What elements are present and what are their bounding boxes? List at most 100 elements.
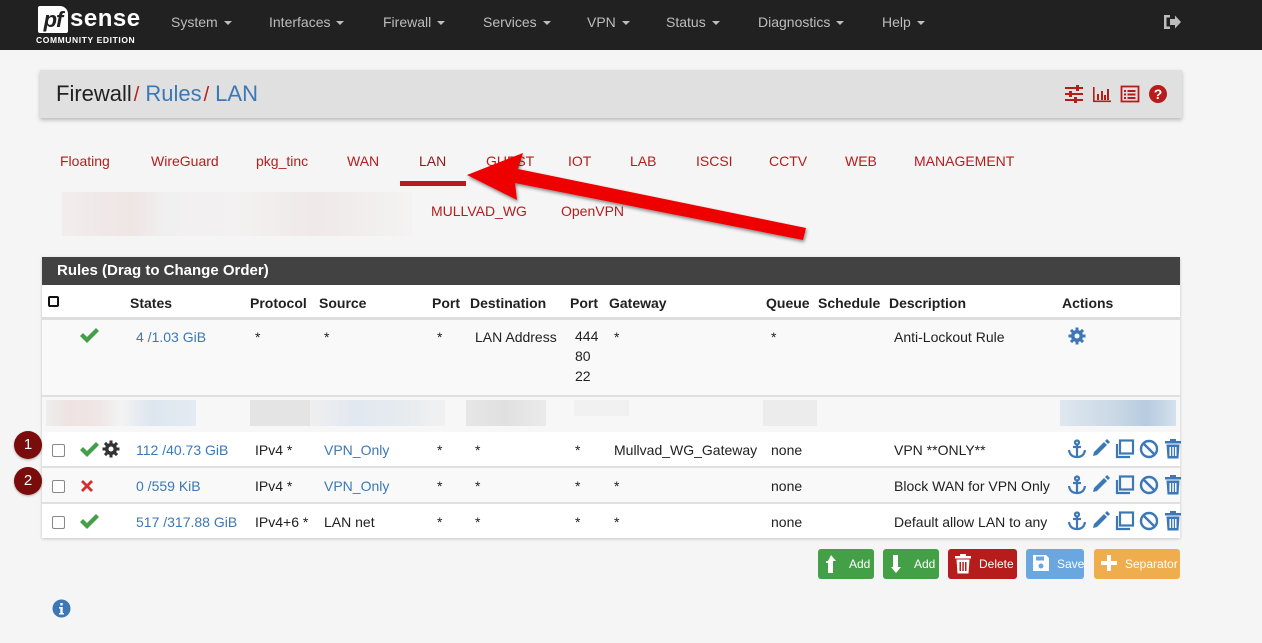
col-destination: Destination [470,295,547,311]
svg-text:?: ? [1154,86,1163,102]
sliders-icon[interactable] [1064,84,1084,104]
tab-web[interactable]: WEB [845,153,877,169]
rules-table-header: States Protocol Source Port Destination … [42,285,1180,320]
tab-mullvad-wg[interactable]: MULLVAD_WG [431,203,527,219]
protocol: IPv4 * [255,442,293,458]
floppy-disk-icon [1032,554,1050,574]
dest-port: * [575,478,581,494]
col-dest-port: Port [570,295,598,311]
anchor-icon[interactable] [1066,475,1088,495]
tab-guest[interactable]: GUEST [486,153,534,169]
rules-panel: Rules (Drag to Change Order) States Prot… [42,257,1181,538]
trash-icon[interactable] [1162,511,1184,531]
copy-icon[interactable] [1114,511,1136,531]
table-row[interactable]: 517 /317.88 GiB IPv4+6 * LAN net * * * *… [42,504,1181,538]
source: * [324,329,330,345]
destination: * [475,478,481,494]
gateway: Mullvad_WG_Gateway [614,442,758,458]
source-alias-link[interactable]: VPN_Only [324,478,389,494]
row-checkbox[interactable] [52,480,65,493]
disable-icon[interactable] [1138,511,1160,531]
copy-icon[interactable] [1114,475,1136,495]
col-protocol: Protocol [250,295,307,311]
pencil-icon[interactable] [1090,511,1112,531]
bar-chart-icon[interactable] [1092,84,1112,104]
anchor-icon[interactable] [1066,511,1088,531]
nav-firewall[interactable]: Firewall [383,0,446,50]
tab-wan[interactable]: WAN [347,153,379,169]
nav-system[interactable]: System [171,0,232,50]
nav-status[interactable]: Status [666,0,720,50]
nav-interfaces[interactable]: Interfaces [269,0,345,50]
nav-services[interactable]: Services [483,0,551,50]
help-icon[interactable]: ? [1148,84,1168,104]
col-queue: Queue [766,295,810,311]
disable-icon[interactable] [1138,475,1160,495]
states-link[interactable]: 112 /40.73 GiB [136,442,228,458]
pencil-icon[interactable] [1090,475,1112,495]
tab-floating[interactable]: Floating [60,153,110,169]
arrow-down-icon [889,554,907,574]
save-button[interactable]: Save [1026,549,1084,579]
gear-icon[interactable] [1068,327,1086,350]
block-x-icon [80,479,94,498]
anchor-icon[interactable] [1066,439,1088,459]
tab-pkg-tinc[interactable]: pkg_tinc [256,153,308,169]
tab-management[interactable]: MANAGEMENT [914,153,1014,169]
logo-text: sense [70,5,141,32]
list-icon[interactable] [1120,84,1140,104]
caret-down-icon [437,21,446,26]
nav-diagnostics[interactable]: Diagnostics [758,0,845,50]
pfsense-logo[interactable]: pf sense COMMUNITY EDITION [36,4,144,46]
nav-vpn[interactable]: VPN [587,0,630,50]
button-label: Add [914,557,936,571]
states-link[interactable]: 4 /1.03 GiB [136,329,206,345]
breadcrumb: Firewall / Rules / LAN [56,70,258,119]
table-row[interactable]: 0 /559 KiB IPv4 * VPN_Only * * * * none … [42,468,1181,504]
tab-wireguard[interactable]: WireGuard [151,153,219,169]
breadcrumb-lan[interactable]: LAN [215,81,258,106]
breadcrumb-separator: / [203,84,210,106]
row-checkbox[interactable] [52,516,65,529]
table-row[interactable]: 112 /40.73 GiB IPv4 * VPN_Only * * * Mul… [42,432,1181,468]
tab-openvpn[interactable]: OpenVPN [561,203,624,219]
breadcrumb-rules[interactable]: Rules [145,81,201,106]
info-icon[interactable] [52,599,71,618]
disable-icon[interactable] [1138,439,1160,459]
trash-icon[interactable] [1162,475,1184,495]
nav-help[interactable]: Help [882,0,925,50]
rules-heading: Rules (Drag to Change Order) [42,257,1180,285]
row-actions [1066,475,1184,495]
nav-label: System [171,14,218,30]
redacted-tabs [62,192,412,236]
col-description: Description [889,295,967,311]
protocol: IPv4 * [255,478,293,494]
gateway: * [614,329,620,345]
trash-icon[interactable] [1162,439,1184,459]
tab-iot[interactable]: IOT [568,153,591,169]
advanced-gear-icon [102,440,120,463]
copy-icon[interactable] [1114,439,1136,459]
row-checkbox[interactable] [52,444,65,457]
sign-out-icon[interactable] [1162,13,1182,31]
separator-button[interactable]: Separator [1094,549,1180,579]
states-link[interactable]: 517 /317.88 GiB [136,514,237,530]
description: VPN **ONLY** [894,442,986,458]
source-alias-link[interactable]: VPN_Only [324,442,389,458]
add-top-button[interactable]: Add [818,549,874,579]
tab-lan[interactable]: LAN [419,153,446,169]
states-link[interactable]: 0 /559 KiB [136,478,201,494]
pencil-icon[interactable] [1090,439,1112,459]
add-bottom-button[interactable]: Add [883,549,939,579]
button-label: Separator [1125,557,1178,571]
row-actions [1066,439,1184,459]
description: Block WAN for VPN Only [894,478,1050,494]
caret-down-icon [336,21,345,26]
col-states: States [130,295,173,311]
tab-cctv[interactable]: CCTV [769,153,807,169]
col-source: Source [319,295,367,311]
select-all-checkbox[interactable] [48,296,59,307]
tab-iscsi[interactable]: ISCSI [696,153,733,169]
delete-button[interactable]: Delete [948,549,1017,579]
tab-lab[interactable]: LAB [630,153,656,169]
